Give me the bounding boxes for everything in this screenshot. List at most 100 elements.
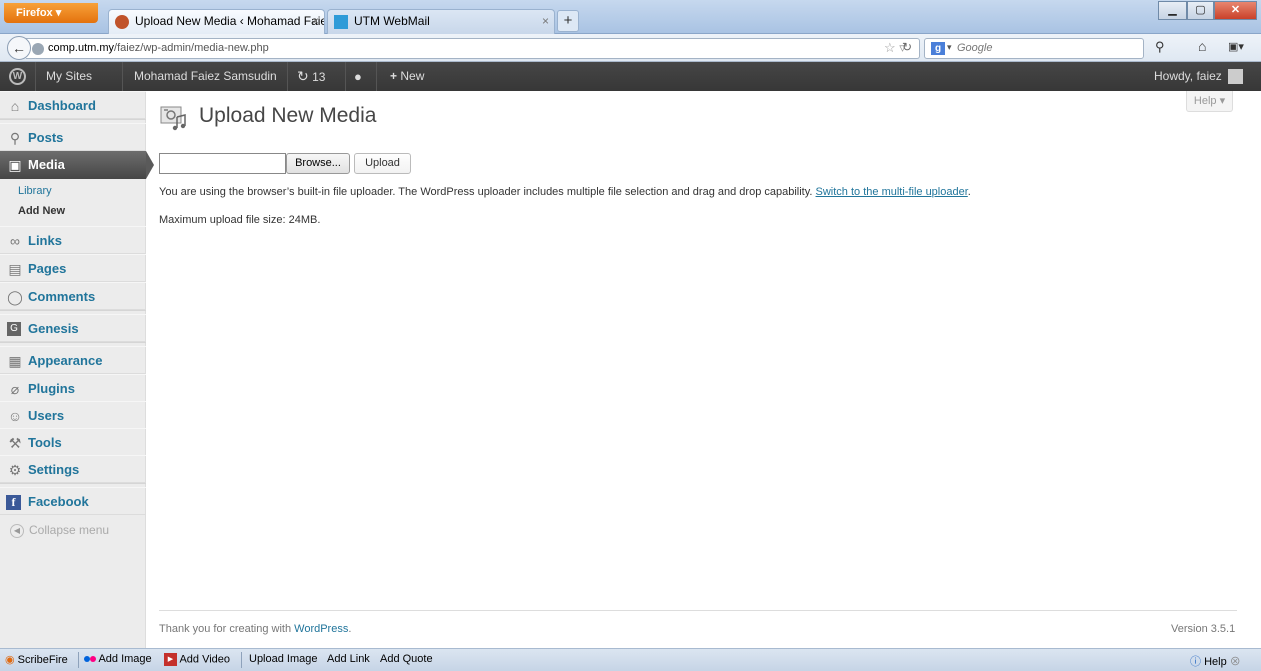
add-image-label: Add Image (98, 653, 152, 665)
sidebar-item-label: Dashboard (28, 98, 96, 113)
plus-icon: + (390, 69, 398, 83)
addon-bar: ◉ ScribeFire Add Image ▶ Add Video Uploa… (0, 648, 1261, 671)
sidebar-item-comments[interactable]: ◯ Comments (0, 282, 146, 310)
new-content-link[interactable]: + New (390, 62, 424, 91)
sidebar-item-facebook[interactable]: f Facebook (0, 487, 146, 515)
version-text: Version 3.5.1 (1171, 623, 1236, 635)
link-icon: ∞ (10, 233, 20, 249)
new-label: New (400, 69, 425, 83)
url-bar[interactable]: comp.utm.my/faiez/wp-admin/media-new.php… (26, 38, 920, 59)
updates-link[interactable]: ↻ 13 (297, 62, 325, 91)
sidebar-item-label: Tools (28, 435, 62, 450)
help-tab-button[interactable]: Help ▾ (1186, 91, 1233, 112)
wordpress-logo-icon[interactable]: W (9, 68, 26, 85)
sidebar-item-plugins[interactable]: ⌀ Plugins (0, 374, 146, 402)
sidebar-item-appearance[interactable]: ▦ Appearance (0, 346, 146, 374)
firefox-menu-label: Firefox (16, 7, 53, 19)
maximize-button[interactable]: ▢ (1187, 1, 1214, 20)
multi-file-uploader-link[interactable]: Switch to the multi-file uploader (816, 186, 968, 198)
reload-icon[interactable]: ↻ (902, 40, 912, 54)
admin-bar-divider (376, 62, 377, 91)
comments-icon[interactable]: ● (354, 62, 362, 91)
google-icon[interactable]: g (931, 42, 945, 55)
uploader-note: You are using the browser’s built-in fil… (159, 186, 971, 198)
add-video-button[interactable]: ▶ Add Video (164, 653, 230, 666)
collapse-arrow-icon: ◀ (10, 523, 24, 538)
footer-thanks: Thank you for creating with WordPress. (159, 623, 352, 635)
plugin-icon: ⌀ (10, 381, 20, 397)
close-addon-icon[interactable]: ⊗ (1230, 656, 1241, 668)
sidebar-item-users[interactable]: ☺ Users (0, 401, 146, 429)
addon-divider (78, 652, 79, 668)
add-link-button[interactable]: Add Link (327, 653, 370, 665)
sidebar-item-genesis[interactable]: G Genesis (0, 314, 146, 342)
pages-icon: ▤ (8, 261, 22, 277)
sidebar-item-posts[interactable]: ⚲ Posts (0, 123, 146, 151)
site-identity-icon[interactable] (32, 43, 44, 55)
sidebar-item-label: Pages (28, 261, 67, 276)
home-icon[interactable]: ⌂ (1198, 38, 1206, 54)
site-name-link[interactable]: Mohamad Faiez Samsudin (134, 62, 277, 91)
upload-media-icon (160, 106, 186, 131)
addon-help-button[interactable]: ⓘ Help ⊗ (1190, 653, 1241, 669)
wordpress-favicon-icon (115, 15, 129, 29)
uploader-note-text: You are using the browser’s built-in fil… (159, 186, 813, 198)
avatar[interactable] (1228, 69, 1243, 84)
tab-upload-media[interactable]: Upload New Media ‹ Mohamad Faiez ... × (108, 9, 325, 34)
tab-utm-webmail[interactable]: UTM WebMail × (327, 9, 555, 34)
add-video-label: Add Video (179, 653, 231, 666)
collapse-menu-button[interactable]: ◀ Collapse menu (10, 523, 109, 538)
sidebar-item-media[interactable]: ▣ Media (0, 151, 154, 179)
add-image-button[interactable]: Add Image (84, 653, 152, 665)
users-icon: ☺ (7, 408, 23, 424)
updates-icon: ↻ (297, 68, 309, 84)
addons-menu-icon[interactable]: ▣▾ (1228, 40, 1244, 53)
genesis-icon: G (7, 322, 21, 336)
howdy-account-link[interactable]: Howdy, faiez (1154, 62, 1222, 91)
search-icon[interactable]: ⚲ (1155, 39, 1165, 55)
admin-sidebar: ⌂ Dashboard ⚲ Posts ▣ Media Library Add New… (0, 91, 154, 648)
webmail-favicon-icon (334, 15, 348, 29)
new-tab-button[interactable]: + (557, 10, 579, 32)
sidebar-item-label: Users (28, 408, 65, 423)
sidebar-item-label: Genesis (28, 321, 79, 336)
minimize-button[interactable]: ▁ (1158, 1, 1187, 20)
help-label: Help (1193, 95, 1217, 107)
sidebar-item-pages[interactable]: ▤ Pages (0, 254, 146, 282)
tab-label: UTM WebMail (354, 14, 430, 28)
close-window-button[interactable]: ✕ (1214, 1, 1257, 20)
sidebar-item-label: Comments (28, 289, 96, 304)
sidebar-item-tools[interactable]: ⚒ Tools (0, 428, 146, 456)
sidebar-item-label: Links (28, 233, 62, 248)
submenu-library[interactable]: Library (18, 185, 52, 197)
admin-bar-divider (122, 62, 123, 91)
firefox-menu-button[interactable]: Firefox ▾ (4, 3, 98, 23)
tab-close-icon[interactable]: × (312, 10, 319, 33)
addon-help-label: Help (1204, 656, 1227, 668)
upload-image-button[interactable]: Upload Image (249, 653, 318, 665)
sidebar-item-links[interactable]: ∞ Links (0, 226, 146, 254)
search-bar[interactable]: g ▾ Google (924, 38, 1144, 59)
upload-button[interactable]: Upload (354, 153, 411, 174)
admin-bar-divider (35, 62, 36, 91)
comment-icon: ◯ (7, 289, 23, 305)
add-quote-button[interactable]: Add Quote (380, 653, 433, 665)
scribefire-button[interactable]: ◉ ScribeFire (5, 653, 68, 666)
browse-button[interactable]: Browse... (286, 153, 350, 174)
back-button[interactable]: ← (7, 36, 31, 60)
home-icon: ⌂ (10, 98, 20, 114)
sidebar-item-settings[interactable]: ⚙ Settings (0, 455, 146, 483)
search-engine-dropdown-icon[interactable]: ▾ (947, 42, 952, 53)
footer-divider (159, 610, 1237, 611)
collapse-menu-label: Collapse menu (29, 523, 110, 537)
file-path-input[interactable] (159, 153, 286, 174)
wp-admin-bar: W My Sites Mohamad Faiez Samsudin ↻ 13 ●… (0, 62, 1261, 91)
sidebar-item-dashboard[interactable]: ⌂ Dashboard (0, 91, 146, 119)
tab-close-icon[interactable]: × (542, 10, 549, 33)
wordpress-link[interactable]: WordPress (294, 623, 348, 635)
facebook-icon: f (6, 495, 21, 510)
sidebar-item-label: Posts (28, 130, 64, 145)
my-sites-link[interactable]: My Sites (46, 62, 92, 91)
submenu-add-new[interactable]: Add New (18, 205, 65, 217)
media-icon: ▣ (8, 157, 22, 173)
